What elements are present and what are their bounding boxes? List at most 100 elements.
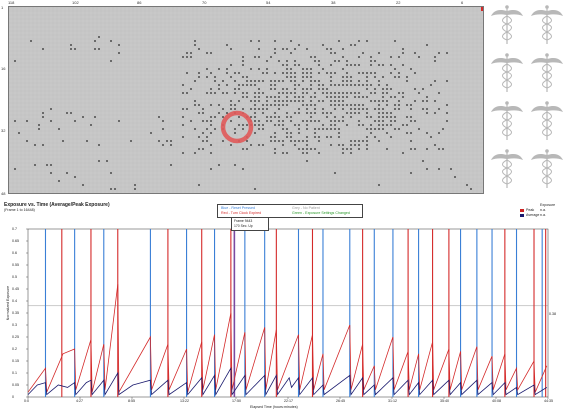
exposure-dot [294, 60, 296, 62]
exposure-dot [162, 144, 164, 146]
exposure-dot [270, 88, 272, 90]
exposure-dot [346, 64, 348, 66]
exposure-dot [326, 112, 328, 114]
exposure-dot [334, 100, 336, 102]
exposure-dot [358, 104, 360, 106]
exposure-dot [298, 124, 300, 126]
exposure-dot [30, 40, 32, 42]
exposure-dot [378, 128, 380, 130]
exposure-dot [350, 76, 352, 78]
exposure-dot [214, 92, 216, 94]
exposure-dot [370, 124, 372, 126]
exposure-dot [226, 112, 228, 114]
exposure-chart-panel: Exposure vs. Time (Average/Peak Exposure… [0, 199, 567, 412]
exposure-dot [314, 108, 316, 110]
exposure-dot [210, 132, 212, 134]
exposure-dot [282, 124, 284, 126]
frame-tooltip: Frame 9443 170 Sec. Up [231, 217, 269, 231]
exposure-dot [390, 116, 392, 118]
exposure-dot [42, 112, 44, 114]
exposure-dot [358, 124, 360, 126]
x-tick-label: 26:45 [336, 399, 345, 403]
caduceus-icon[interactable] [528, 98, 566, 142]
caduceus-icon[interactable] [528, 2, 566, 46]
exposure-dot [234, 88, 236, 90]
exposure-dot [342, 144, 344, 146]
exposure-dot [210, 104, 212, 106]
exposure-dot [198, 104, 200, 106]
exposure-dot [446, 104, 448, 106]
y-tick-label: 0.45 [12, 286, 19, 291]
exposure-dot [274, 84, 276, 86]
exposure-legend-title: Exposure [540, 203, 556, 207]
exposure-dot [378, 64, 380, 66]
exposure-dot [438, 148, 440, 150]
exposure-dot [318, 100, 320, 102]
close-marker[interactable] [481, 7, 484, 11]
caduceus-icon[interactable] [488, 98, 526, 142]
exposure-dot [270, 120, 272, 122]
x-tick-label: 35:40 [440, 399, 449, 403]
exposure-dot [98, 160, 100, 162]
exposure-dot [270, 104, 272, 106]
exposure-dot [374, 88, 376, 90]
exposure-dot [410, 108, 412, 110]
exposure-dot [374, 100, 376, 102]
exposure-dot [350, 116, 352, 118]
exposure-dot [110, 40, 112, 42]
exposure-dot [166, 140, 168, 142]
exposure-dot [434, 80, 436, 82]
exposure-dot [162, 120, 164, 122]
exposure-dot [362, 108, 364, 110]
exposure-dot [338, 136, 340, 138]
exposure-dot [234, 128, 236, 130]
exposure-dot [210, 144, 212, 146]
caduceus-icon[interactable] [528, 146, 566, 190]
caduceus-icon[interactable] [488, 146, 526, 190]
exposure-dot [298, 100, 300, 102]
exposure-dot [358, 64, 360, 66]
exposure-dot [218, 112, 220, 114]
exposure-chart[interactable] [0, 199, 567, 412]
exposure-dot [382, 128, 384, 130]
exposure-dot [274, 132, 276, 134]
exposure-dot [378, 116, 380, 118]
exposure-dot [310, 76, 312, 78]
exposure-dot [374, 76, 376, 78]
exposure-dot [378, 112, 380, 114]
grid-left-tick: 32 [1, 128, 6, 133]
exposure-dot [254, 80, 256, 82]
exposure-dot [298, 128, 300, 130]
exposure-grid[interactable] [8, 6, 484, 194]
exposure-dot [314, 136, 316, 138]
exposure-dot [326, 92, 328, 94]
exposure-dot [358, 72, 360, 74]
exposure-dot [422, 100, 424, 102]
exposure-dot [322, 84, 324, 86]
x-tick-label: 0:0 [24, 399, 29, 403]
caduceus-icon[interactable] [488, 2, 526, 46]
exposure-dot [382, 88, 384, 90]
exposure-dot [246, 84, 248, 86]
exposure-dot [218, 68, 220, 70]
caduceus-icon[interactable] [528, 50, 566, 94]
exposure-dot [50, 120, 52, 122]
exposure-dot [238, 72, 240, 74]
exposure-dot [230, 144, 232, 146]
exposure-dot [374, 108, 376, 110]
exposure-dot [310, 80, 312, 82]
exposure-dot [258, 88, 260, 90]
exposure-dot [326, 96, 328, 98]
exposure-dot [350, 108, 352, 110]
exposure-dot [366, 96, 368, 98]
caduceus-icon[interactable] [488, 50, 526, 94]
exposure-dot [410, 132, 412, 134]
exposure-dot [434, 100, 436, 102]
exposure-dot [286, 152, 288, 154]
exposure-dot [274, 148, 276, 150]
exposure-dot [346, 104, 348, 106]
exposure-dot [266, 72, 268, 74]
exposure-dot [382, 116, 384, 118]
exposure-dot [290, 52, 292, 54]
exposure-dot [282, 92, 284, 94]
